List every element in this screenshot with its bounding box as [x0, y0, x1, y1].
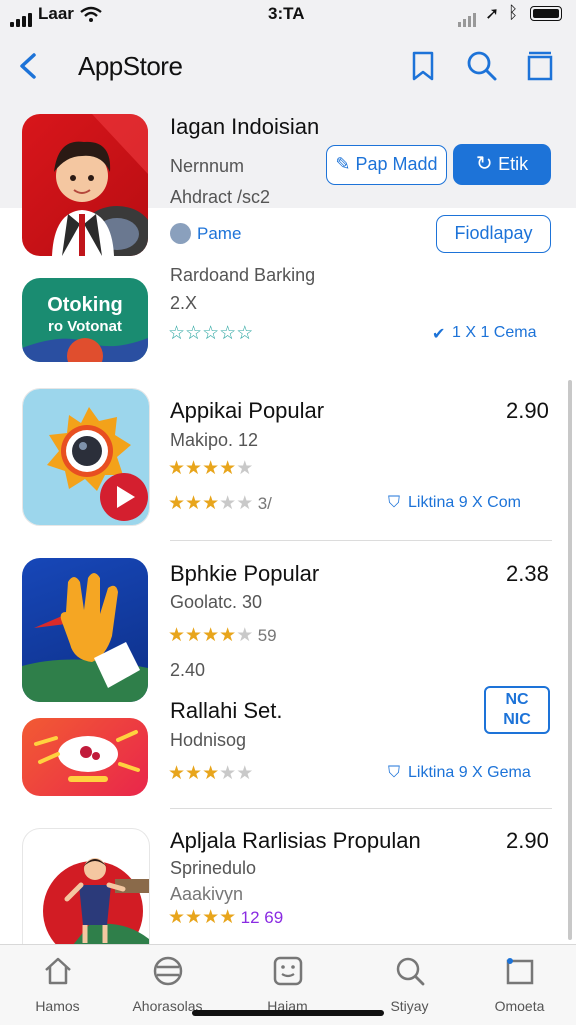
app-icon-indoisian[interactable]: [22, 114, 148, 256]
nic-badge-text: NC NIC: [503, 691, 531, 728]
app-detail: 2.40: [170, 660, 206, 680]
developer-icon: [170, 223, 191, 244]
app-detail: Aaakivyn: [170, 884, 244, 904]
tab-updates[interactable]: Omoeta: [462, 945, 576, 1014]
app-price[interactable]: 2.90: [506, 828, 549, 854]
girl-illustration-icon: [43, 858, 149, 945]
status-bar: Laar 3:TA ➚ ᛒ: [0, 0, 576, 30]
divider: [170, 808, 552, 809]
globe-icon: [153, 956, 182, 986]
updates-icon: [506, 958, 533, 985]
star-rating: ★★★★★: [168, 458, 254, 479]
home-indicator[interactable]: [192, 1010, 384, 1016]
star-rating: ★★★★★ 59: [168, 625, 277, 646]
compare-link[interactable]: Liktina 9 X Com: [408, 494, 521, 512]
rating-count: 3/: [257, 494, 272, 513]
rating-count: 59: [257, 626, 277, 645]
app-subtitle: Hodnisog: [170, 730, 247, 750]
search-tab-icon: [396, 957, 424, 986]
camera-illustration-icon: [23, 389, 149, 525]
bookmark-icon[interactable]: [410, 50, 436, 82]
check-icon: ✔: [432, 326, 446, 343]
app-subtitle: Goolatc. 30: [170, 592, 263, 612]
star-rating-secondary: ★★★★★ 3/: [168, 493, 272, 514]
share-icon[interactable]: [526, 49, 554, 81]
app-icon-eye[interactable]: [22, 718, 148, 796]
star-rating: ★★★★★: [168, 763, 254, 784]
game-icon: [273, 956, 302, 986]
app-name[interactable]: Apljala Rarlisias Propulan: [170, 828, 421, 854]
nic-badge-icon[interactable]: NC NIC: [484, 686, 550, 734]
person-illustration-icon: [52, 114, 148, 256]
app-subtitle: Sprinedulo: [170, 858, 257, 878]
signal-icon: [10, 9, 34, 27]
add-to-list-label: Pap Madd: [355, 154, 438, 174]
hand-illustration-icon: [22, 573, 148, 702]
pencil-icon: ✎: [335, 154, 356, 174]
location-icon: ➚: [485, 4, 500, 23]
app-price[interactable]: 2.90: [506, 398, 549, 424]
tab-games[interactable]: Haiam: [230, 945, 345, 1014]
app-icon-hand[interactable]: [22, 558, 148, 702]
app-name[interactable]: Bphkie Popular: [170, 561, 319, 587]
app-name[interactable]: Rallahi Set.: [170, 698, 283, 724]
clock: 3:TA: [268, 4, 305, 23]
app-name[interactable]: Iagan Indoisian: [170, 114, 319, 140]
play-button[interactable]: Fiodlapay: [436, 215, 551, 253]
app-name[interactable]: Appikai Popular: [170, 398, 324, 424]
app-icon-camera[interactable]: [22, 388, 150, 526]
get-button[interactable]: ↻ Etik: [453, 144, 551, 185]
refresh-icon: ↻: [475, 153, 499, 175]
star-rating: ☆☆☆☆☆: [168, 323, 254, 344]
bluetooth-icon: ᛒ: [508, 3, 519, 22]
search-icon[interactable]: [466, 50, 498, 82]
tab-search[interactable]: Stiyay: [352, 945, 467, 1014]
back-chevron-icon[interactable]: [16, 52, 40, 80]
tile-subtitle: ro Votonat: [48, 318, 122, 335]
home-icon: [44, 957, 71, 985]
page-title: AppStore: [78, 51, 183, 81]
get-button-label: Etik: [498, 154, 529, 174]
wifi-icon: [80, 6, 102, 22]
battery-icon: [530, 6, 562, 21]
app-icon-otoking[interactable]: Otoking ro Votonat: [22, 278, 148, 362]
compare-link[interactable]: Liktina 9 X Gema: [408, 764, 531, 782]
eye-illustration-icon: [34, 730, 140, 782]
signal-icon-right: [458, 9, 476, 27]
divider: [170, 540, 552, 541]
app-subtitle: Nernnum: [170, 156, 245, 176]
app-detail: Ahdract /sc2: [170, 187, 271, 207]
play-button-label: Fiodlapay: [454, 223, 533, 243]
lock-icon: ⛉: [388, 764, 401, 781]
compare-link[interactable]: 1 X 1 Cema: [452, 324, 536, 342]
navigation-bar: AppStore: [0, 36, 576, 96]
star-rating: ★★★★ 12 69: [168, 907, 284, 928]
add-to-list-button[interactable]: ✎ Pap Madd: [326, 145, 447, 185]
app-subtitle: Makipo. 12: [170, 430, 259, 450]
app-detail: 2.X: [170, 293, 198, 313]
app-icon-girl[interactable]: [22, 828, 150, 945]
tab-apps[interactable]: Ahorasolas: [110, 945, 225, 1014]
developer-badge[interactable]: Pame: [197, 224, 241, 244]
tab-home[interactable]: Hamos: [0, 945, 115, 1014]
tile-title: Otoking: [47, 294, 123, 316]
carrier-label: Laar: [38, 4, 74, 23]
app-subtitle: Rardoand Barking: [170, 265, 316, 285]
lock-icon: ⛉: [388, 494, 401, 511]
app-price[interactable]: 2.38: [506, 561, 549, 587]
rating-count: 12 69: [240, 908, 284, 927]
tab-label: Hamos: [35, 998, 80, 1014]
tab-label: Omoeta: [494, 998, 545, 1014]
scrollbar[interactable]: [568, 380, 572, 940]
